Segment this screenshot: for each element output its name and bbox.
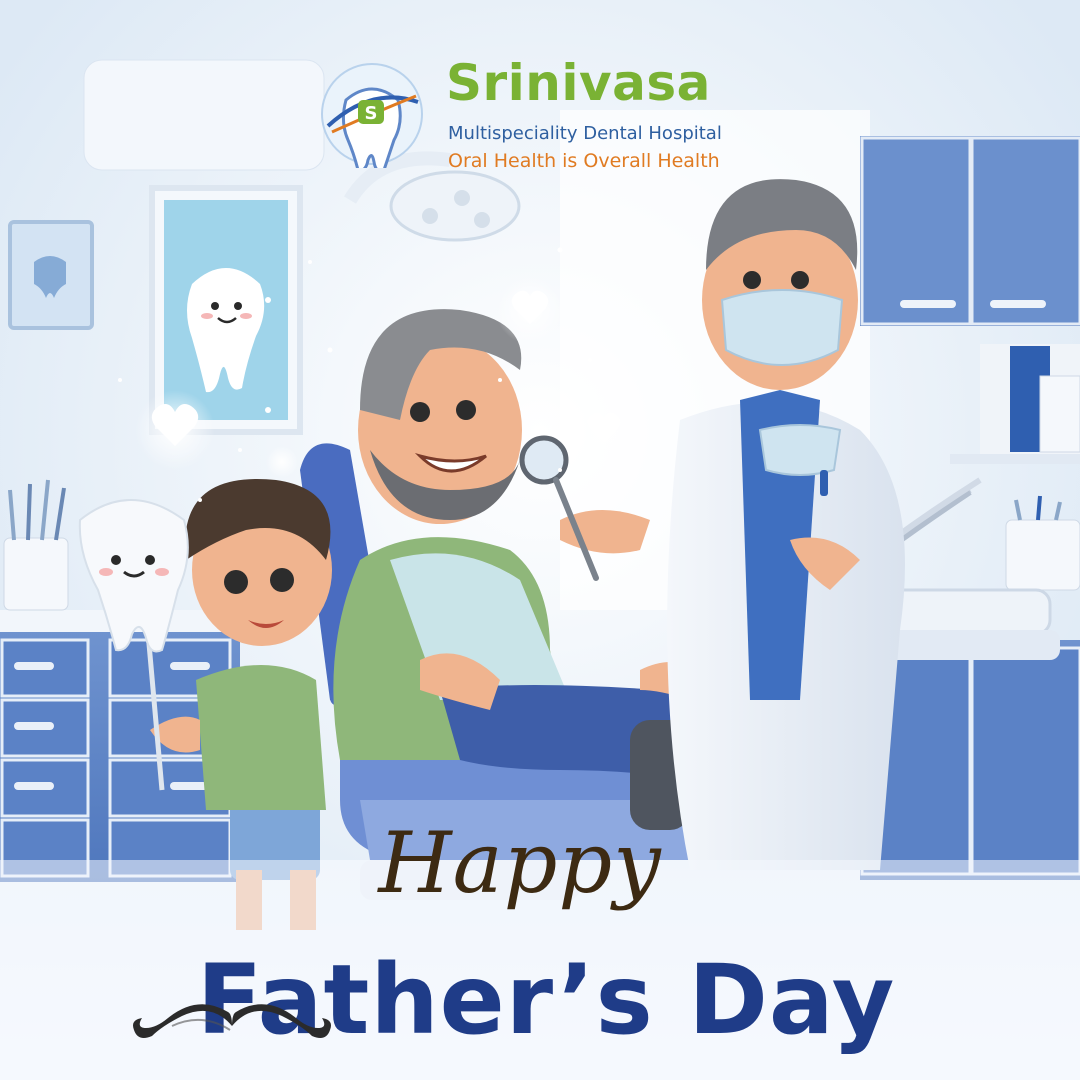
hospital-subtitle: Multispeciality Dental Hospital [448,123,722,144]
hospital-logo: S Srinivasa Multispeciality Dental Hospi… [318,52,788,182]
hospital-tagline: Oral Health is Overall Health [448,150,720,172]
logo-letter: S [365,103,378,124]
hospital-name: Srinivasa [446,54,711,112]
upper-cabinets [860,136,1080,326]
ceiling-duct [83,59,325,171]
mustache-icon [133,1004,331,1038]
greeting-happy: Happy [378,814,662,912]
tooth-logo-icon: S [321,63,423,168]
